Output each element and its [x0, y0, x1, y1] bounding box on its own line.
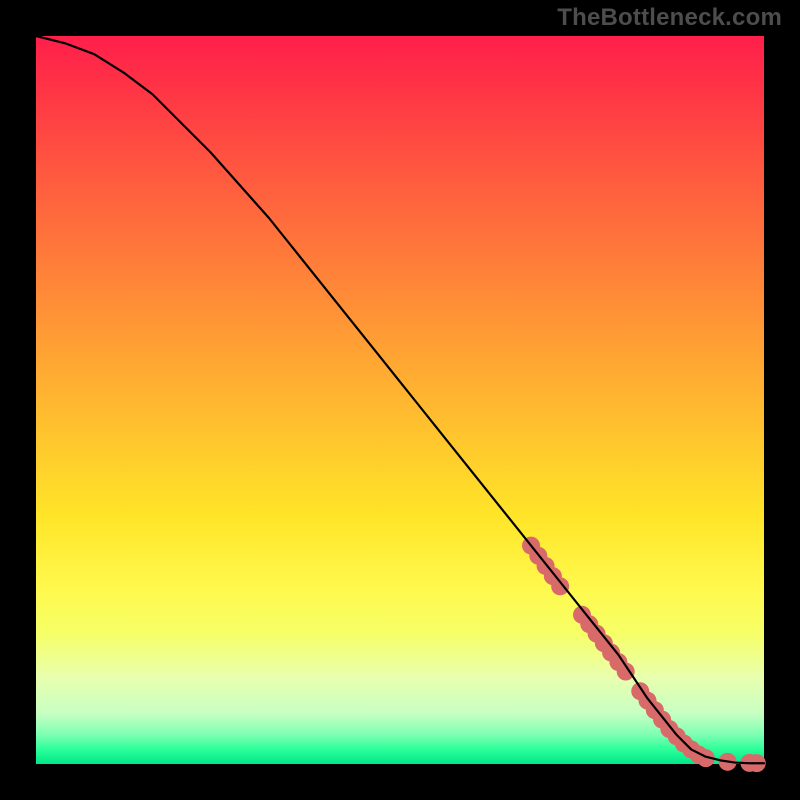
watermark-text: TheBottleneck.com: [557, 4, 782, 32]
chart-frame: TheBottleneck.com: [0, 0, 800, 800]
plot-area: [36, 36, 764, 764]
markers-layer: [522, 537, 766, 773]
bottleneck-curve: [36, 36, 764, 763]
marker-dot: [551, 577, 569, 595]
chart-svg: [36, 36, 764, 764]
